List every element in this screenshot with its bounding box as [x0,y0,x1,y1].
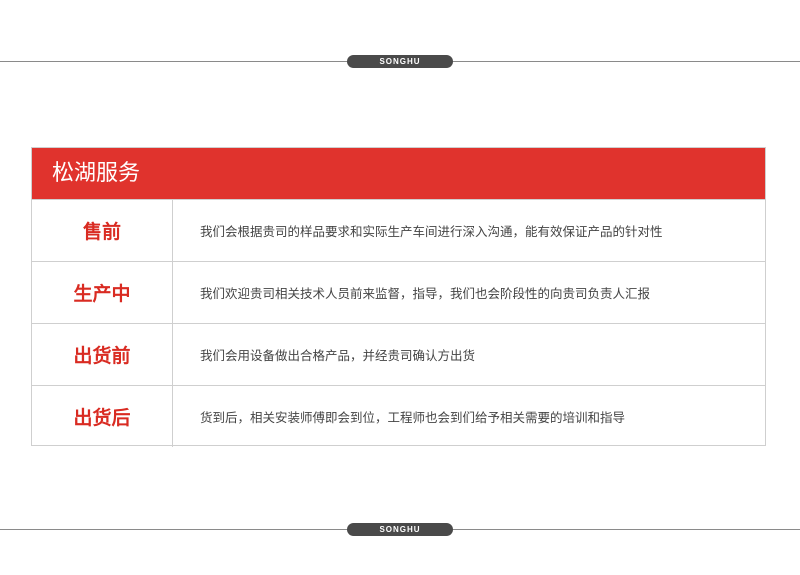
row-description: 货到后，相关安装师傅即会到位，工程师也会到们给予相关需要的培训和指导 [200,410,626,425]
row-label: 出货后 [32,386,173,447]
row-description: 我们会根据贵司的样品要求和实际生产车间进行深入沟通，能有效保证产品的针对性 [200,224,663,239]
panel-title: 松湖服务 [32,148,765,199]
service-row-presale: 售前 我们会根据贵司的样品要求和实际生产车间进行深入沟通，能有效保证产品的针对性 [32,199,765,261]
brand-badge-bottom: SONGHU [347,523,453,536]
service-row-pre-shipment: 出货前 我们会用设备做出合格产品，并经贵司确认方出货 [32,323,765,385]
row-label: 售前 [32,200,173,261]
row-label: 生产中 [32,262,173,323]
brand-badge-top: SONGHU [347,55,453,68]
row-label: 出货前 [32,324,173,385]
service-row-production: 生产中 我们欢迎贵司相关技术人员前来监督，指导，我们也会阶段性的向贵司负责人汇报 [32,261,765,323]
service-table: 松湖服务 售前 我们会根据贵司的样品要求和实际生产车间进行深入沟通，能有效保证产… [31,147,766,447]
row-description: 我们欢迎贵司相关技术人员前来监督，指导，我们也会阶段性的向贵司负责人汇报 [200,286,651,301]
row-description: 我们会用设备做出合格产品，并经贵司确认方出货 [200,348,476,363]
service-row-after-shipment: 出货后 货到后，相关安装师傅即会到位，工程师也会到们给予相关需要的培训和指导 [32,385,765,447]
